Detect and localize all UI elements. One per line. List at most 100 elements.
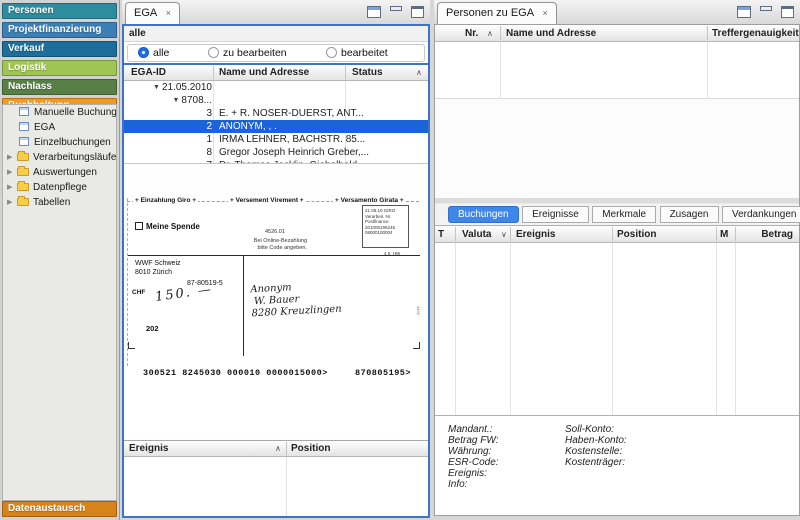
sidebar-item-manuelle-buchungen[interactable]: Manuelle Buchungen xyxy=(3,105,116,120)
tab-ega[interactable]: EGA × xyxy=(125,2,180,25)
event-table-header: Ereignis ∧ Position xyxy=(124,440,428,457)
slip-side-code: 4432 xyxy=(416,306,421,315)
minimize-icon[interactable] xyxy=(760,6,772,11)
personen-content: Nr. ∧ Name und Adresse Treffergenauigkei… xyxy=(434,24,800,516)
slip-currency: CHF xyxy=(132,289,145,296)
folder-icon xyxy=(17,198,29,206)
sidebar-section-datenaustausch[interactable]: Datenaustausch xyxy=(2,501,117,517)
folder-icon xyxy=(17,183,29,191)
maximize-icon[interactable] xyxy=(781,6,794,18)
persons-table-body xyxy=(435,42,799,99)
sidebar-item-einzelbuchungen[interactable]: Einzelbuchungen xyxy=(3,135,116,150)
cell-name: E. + R. NOSER-DUERST, ANT... xyxy=(219,107,426,120)
radio-zu-bearbeiten[interactable]: zu bearbeiten xyxy=(208,47,287,59)
restore-icon[interactable] xyxy=(367,6,381,18)
radio-alle[interactable]: alle xyxy=(138,47,169,59)
sidebar-section-logistik[interactable]: Logistik xyxy=(2,60,117,76)
tree-collapsed-arrow-icon[interactable]: ▶ xyxy=(7,180,12,195)
radio-label: alle xyxy=(153,47,169,59)
column-header-valuta[interactable]: Valuta xyxy=(462,228,491,241)
detail-tab-folder: Buchungen Ereignisse Merkmale Zusagen Ve… xyxy=(435,204,799,225)
column-header-ereignis[interactable]: Ereignis xyxy=(516,228,555,241)
sidebar-section-projektfinanzierung[interactable]: Projektfinanzierung xyxy=(2,22,117,38)
cell-name: Gregor Joseph Heinrich Greber,... xyxy=(219,146,426,159)
tree-collapsed-arrow-icon[interactable]: ▶ xyxy=(7,165,12,180)
cell-ega-id: 1 xyxy=(124,133,212,146)
tree-collapsed-arrow-icon[interactable]: ▶ xyxy=(7,195,12,210)
slip-postmark-stamp: 21.05.10 GIRO Verarbeit. Nr Postfinance … xyxy=(362,205,409,248)
column-header-position[interactable]: Position xyxy=(291,442,330,455)
folder-icon xyxy=(17,153,29,161)
slip-handwritten-amount: 150. — xyxy=(154,282,214,305)
column-header-treffergenauigkeit[interactable]: Treffergenauigkeit xyxy=(712,27,799,40)
tab-buchungen[interactable]: Buchungen xyxy=(448,206,519,223)
column-header-ega-id[interactable]: EGA-ID xyxy=(131,66,166,79)
sidebar-section-verkauf[interactable]: Verkauf xyxy=(2,41,117,57)
column-header-status[interactable]: Status xyxy=(352,66,383,79)
sidebar-item-verarbeitungslaeufe[interactable]: ▶ Verarbeitungsläufe xyxy=(3,150,116,165)
filter-section-label: alle xyxy=(124,26,428,42)
tab-merkmale[interactable]: Merkmale xyxy=(592,206,656,223)
tree-expanded-icon[interactable]: ▼ xyxy=(172,97,179,104)
sidebar-item-auswertungen[interactable]: ▶ Auswertungen xyxy=(3,165,116,180)
sidebar-section-nachlass[interactable]: Nachlass xyxy=(2,79,117,95)
column-header-ereignis[interactable]: Ereignis xyxy=(129,442,168,455)
sidebar: Personen Projektfinanzierung Verkauf Log… xyxy=(0,0,120,520)
group-row-label: 21.05.2010 xyxy=(162,82,212,93)
tree-expanded-icon[interactable]: ▼ xyxy=(153,84,160,91)
tree-item-label: Tabellen xyxy=(33,195,70,210)
close-icon[interactable]: × xyxy=(166,8,171,18)
tab-personen-zu-ega[interactable]: Personen zu EGA × xyxy=(437,2,557,25)
slip-payee: WWF Schweiz 8010 Zürich xyxy=(135,259,181,277)
table-row[interactable]: 1 IRMA LEHNER, BACHSTR. 85... xyxy=(124,133,428,146)
column-header-betrag[interactable]: Betrag xyxy=(761,228,793,241)
column-header-nr[interactable]: Nr. xyxy=(465,27,478,40)
ega-view: EGA × alle alle zu bearbeiten xyxy=(122,0,430,518)
sidebar-item-tabellen[interactable]: ▶ Tabellen xyxy=(3,195,116,210)
sidebar-section-personen[interactable]: Personen xyxy=(2,3,117,19)
cell-ega-id: 3 xyxy=(124,107,212,120)
cell-name: ANONYM, , . xyxy=(219,120,426,133)
radio-selected-icon xyxy=(138,47,149,58)
sort-asc-icon: ∧ xyxy=(487,27,493,40)
close-icon[interactable]: × xyxy=(543,8,548,18)
table-row[interactable]: 3 E. + R. NOSER-DUERST, ANT... xyxy=(124,107,428,120)
form-label-haben-konto: Haben-Konto: xyxy=(565,435,627,446)
crop-mark-left xyxy=(128,342,135,349)
tree-collapsed-arrow-icon[interactable]: ▶ xyxy=(7,150,12,165)
column-header-name[interactable]: Name und Adresse xyxy=(506,27,596,40)
ega-table-body: ▼21.05.2010 ▼8708... 3 E. + R. NOSER-DUE… xyxy=(124,81,428,163)
folder-icon xyxy=(17,168,29,176)
column-header-position[interactable]: Position xyxy=(617,228,656,241)
slip-donation-label: Meine Spende xyxy=(135,222,200,231)
sidebar-item-ega[interactable]: EGA xyxy=(3,120,116,135)
table-group-row-date[interactable]: ▼21.05.2010 xyxy=(124,81,428,94)
sidebar-item-datenpflege[interactable]: ▶ Datenpflege xyxy=(3,180,116,195)
cell-ega-id: 8 xyxy=(124,146,212,159)
tab-zusagen[interactable]: Zusagen xyxy=(660,206,719,223)
radio-label: bearbeitet xyxy=(341,47,388,59)
column-header-name[interactable]: Name und Adresse xyxy=(219,66,309,79)
group-row-label: 8708... xyxy=(181,95,212,106)
minimize-icon[interactable] xyxy=(390,6,402,11)
table-row[interactable]: 8 Gregor Joseph Heinrich Greber,... xyxy=(124,146,428,159)
tab-ereignisse[interactable]: Ereignisse xyxy=(522,206,589,223)
restore-icon[interactable] xyxy=(737,6,751,18)
column-header-m[interactable]: M xyxy=(720,228,728,241)
maximize-icon[interactable] xyxy=(411,6,424,18)
tree-item-label: Datenpflege xyxy=(33,180,87,195)
table-group-row-batch[interactable]: ▼8708... xyxy=(124,94,428,107)
payment-slip-image: + Einzahlung Giro + + Versement Virement… xyxy=(127,196,421,436)
table-row-selected[interactable]: 2 ANONYM, , . xyxy=(124,120,428,133)
ega-tabbar: EGA × xyxy=(122,0,430,25)
persons-table-header: Nr. ∧ Name und Adresse Treffergenauigkei… xyxy=(435,25,799,42)
radio-unselected-icon xyxy=(208,47,219,58)
form-label-kostentraeger: Kostenträger: xyxy=(565,457,625,468)
column-header-t[interactable]: T xyxy=(438,228,444,241)
tab-personen-label: Personen zu EGA xyxy=(446,7,533,19)
form-label-waehrung: Währung: xyxy=(448,446,491,457)
radio-bearbeitet[interactable]: bearbeitet xyxy=(326,47,388,59)
tab-verdankungen[interactable]: Verdankungen xyxy=(722,206,800,223)
cell-name: IRMA LEHNER, BACHSTR. 85... xyxy=(219,133,426,146)
form-label-info: Info: xyxy=(448,479,467,490)
